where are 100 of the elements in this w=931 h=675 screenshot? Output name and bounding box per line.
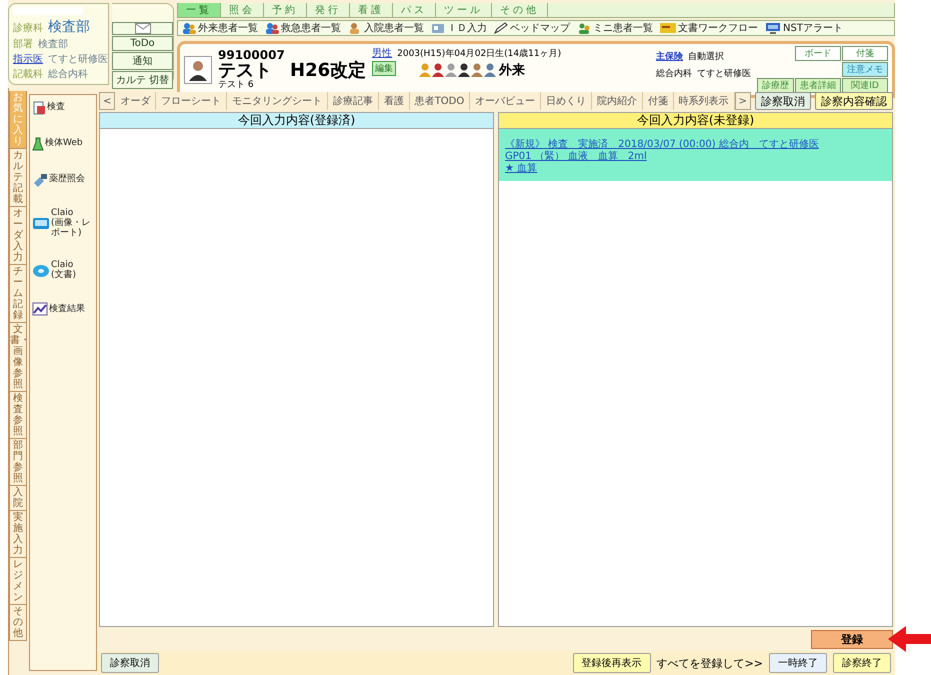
next-button[interactable]: > (734, 92, 751, 110)
action-button[interactable]: 診察取消 (754, 92, 811, 110)
toolbar-button[interactable]: ＩＤ入力 (431, 21, 487, 35)
side-tab[interactable]: オーダ入力 (9, 207, 27, 265)
patient-name: テスト H26改定 (218, 62, 366, 81)
monitor-icon (765, 22, 781, 34)
document-icon (32, 101, 46, 115)
view-tab[interactable]: 院内紹介 (592, 92, 643, 110)
panel-title: 今回入力内容(未登録) (499, 113, 892, 129)
patient-button[interactable]: 付箋 (842, 46, 888, 61)
view-tab[interactable]: 診療記事 (328, 92, 379, 110)
side-tab[interactable]: レジメン (9, 558, 27, 605)
pause-button[interactable]: 一時終了 (769, 653, 827, 673)
side-tab[interactable]: チーム記録 (9, 265, 27, 323)
mail-button[interactable] (112, 22, 173, 35)
menu-tab[interactable]: 照会 (221, 3, 264, 17)
favorite-item[interactable]: Claio (文書) (32, 260, 94, 280)
doctor-name: てすと研修医 (697, 68, 751, 80)
patient-button[interactable]: 診療歴 (757, 78, 794, 93)
menu-tab[interactable]: ツール (436, 3, 492, 17)
entry-link[interactable]: GP01 （緊） 血液 血算 2ml (505, 151, 647, 163)
header-button[interactable]: ToDo (112, 36, 173, 51)
entry-link[interactable]: 《新規》 検査 実施済 2018/03/07 (00:00) 総合内 てすと研修医 (505, 139, 819, 151)
redisplay-button[interactable]: 登録後再表示 (572, 653, 651, 673)
favorite-item[interactable]: 検体Web (32, 137, 94, 151)
field-label: 記載科 (13, 68, 43, 81)
patient-kana: テスト 6 (218, 80, 255, 90)
menu-tab[interactable]: 一覧 (178, 3, 221, 17)
edit-button[interactable]: 編集 (372, 61, 396, 76)
view-tab[interactable]: オーバビュー (470, 92, 542, 110)
side-tab[interactable]: 実施入力 (9, 511, 27, 558)
register-button[interactable]: 登録 (811, 630, 893, 648)
avatar-icon (188, 58, 208, 80)
people-icon (265, 22, 279, 34)
view-tab[interactable]: 日めくり (541, 92, 592, 110)
field-value: てすと研修医 (48, 53, 108, 66)
toolbar-button[interactable]: ミニ患者一覧 (577, 21, 653, 35)
cancel-button[interactable]: 診察取消 (101, 653, 159, 673)
header-button[interactable]: 通知 (112, 52, 173, 70)
patient-button[interactable]: 注意メモ (842, 62, 888, 77)
menu-tab[interactable]: パス (393, 3, 436, 17)
side-tab[interactable]: 部門参照 (9, 439, 27, 486)
toolbar-button[interactable]: 外来患者一覧 (182, 21, 258, 35)
view-tab[interactable]: 時系列表示 (674, 92, 735, 110)
monitor-icon (32, 216, 50, 232)
side-tab[interactable]: 文書・画像参照 (9, 323, 27, 392)
person-icon (432, 63, 444, 77)
doctor-link[interactable]: 指示医 (13, 52, 43, 66)
view-tab[interactable]: モニタリングシート (227, 92, 328, 110)
side-tab[interactable]: その他 (9, 605, 27, 641)
header-button[interactable]: カルテ 切替 (112, 71, 173, 89)
visit-type: 外来 (499, 62, 526, 79)
empty-field (13, 7, 83, 15)
flask-icon (32, 137, 44, 151)
favorite-item[interactable]: Claio (画像・レポート) (32, 209, 94, 239)
document-icon (660, 22, 676, 34)
menu-tab[interactable]: その他 (492, 3, 548, 17)
finish-button[interactable]: 診察終了 (833, 653, 891, 673)
side-tab[interactable]: 検査参照 (9, 392, 27, 439)
disc-icon (32, 262, 50, 279)
person-icon (445, 63, 458, 77)
view-tab[interactable]: 看護 (378, 92, 410, 110)
entry-link[interactable]: ★ 血算 (505, 163, 538, 175)
pill-icon (32, 173, 48, 187)
menu-tab[interactable]: 看護 (350, 3, 393, 17)
toolbar-button[interactable]: NSTアラート (765, 21, 843, 35)
favorite-item[interactable]: 検査 (32, 101, 94, 115)
side-tab[interactable]: カルテ記載 (9, 149, 27, 207)
people-icon (577, 22, 591, 34)
register-all-label: すべてを登録して>> (656, 656, 763, 670)
people-icon (182, 22, 196, 34)
toolbar-button[interactable]: 入院患者一覧 (348, 21, 424, 35)
department: 総合内科 (656, 68, 692, 80)
patient-button[interactable]: 関連ID (842, 78, 888, 93)
field-value: 検査部 (38, 38, 68, 51)
previous-button[interactable]: < (99, 92, 116, 110)
menu-tab[interactable]: 発行 (307, 3, 350, 17)
favorite-item[interactable]: 検査結果 (32, 302, 94, 316)
action-button[interactable]: 診察内容確認 (814, 92, 893, 110)
view-tab[interactable]: 付箋 (642, 92, 674, 110)
toolbar-button[interactable]: ベッドマップ (494, 21, 570, 35)
menu-tab[interactable]: 予約 (264, 3, 307, 17)
patient-button[interactable]: ボード (795, 46, 841, 61)
favorite-item[interactable]: 薬歴照会 (32, 173, 94, 187)
field-label: 部署 (13, 38, 33, 51)
field-value: 検査部 (48, 18, 90, 36)
sex-link[interactable]: 男性 (372, 46, 392, 60)
view-tab[interactable]: 患者TODO (410, 92, 470, 110)
patient-button[interactable]: 患者詳細 (795, 78, 841, 93)
toolbar-button[interactable]: 文書ワークフロー (660, 21, 758, 35)
side-tab[interactable]: 入院 (9, 486, 27, 511)
field-label: 診療科 (13, 22, 43, 35)
chart-icon (32, 302, 48, 316)
insurance-link[interactable]: 主保険 (656, 50, 683, 63)
pencil-icon (494, 22, 508, 34)
pointer-arrow (888, 626, 931, 652)
person-icon (419, 63, 432, 77)
person-icon (458, 63, 470, 77)
person-icon (484, 63, 496, 77)
toolbar-button[interactable]: 救急患者一覧 (265, 21, 341, 35)
